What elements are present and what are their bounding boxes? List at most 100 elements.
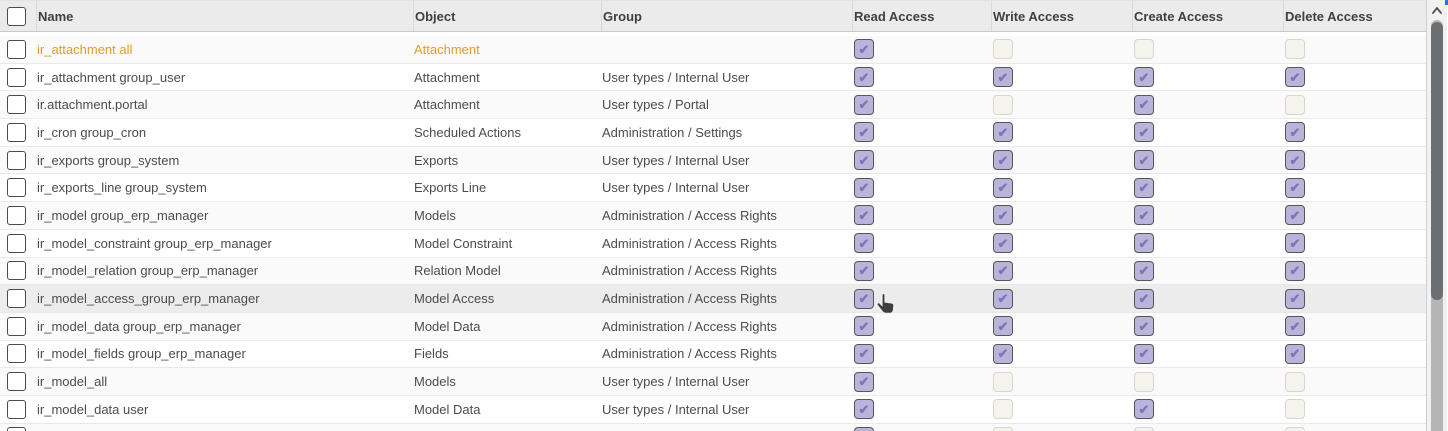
delete-access-checkbox[interactable] bbox=[1285, 427, 1305, 431]
cell-object[interactable]: Model Constraint bbox=[413, 230, 601, 257]
cell-object[interactable]: Fields bbox=[413, 341, 601, 368]
select-all-checkbox[interactable] bbox=[7, 7, 26, 26]
cell-group[interactable]: User types / Internal User bbox=[601, 147, 852, 174]
cell-object[interactable]: Attachment bbox=[413, 64, 601, 91]
cell-group[interactable]: Administration / Access Rights bbox=[601, 258, 852, 285]
cell-object[interactable]: Exports bbox=[413, 147, 601, 174]
table-row[interactable]: ir_attachment group_userAttachmentUser t… bbox=[0, 64, 1426, 92]
delete-access-checkbox[interactable]: ✔ bbox=[1285, 289, 1305, 309]
table-row[interactable]: ir_model_data userModel DataUser types /… bbox=[0, 396, 1426, 424]
column-header-write-access[interactable]: Write Access bbox=[991, 1, 1132, 31]
create-access-checkbox[interactable] bbox=[1134, 372, 1154, 392]
create-access-checkbox[interactable]: ✔ bbox=[1134, 399, 1154, 419]
create-access-checkbox[interactable]: ✔ bbox=[1134, 122, 1154, 142]
delete-access-checkbox[interactable]: ✔ bbox=[1285, 122, 1305, 142]
write-access-checkbox[interactable]: ✔ bbox=[993, 178, 1013, 198]
table-row[interactable]: ir_attachment allAttachment✔ bbox=[0, 36, 1426, 64]
delete-access-checkbox[interactable] bbox=[1285, 39, 1305, 59]
row-select-checkbox[interactable] bbox=[7, 344, 26, 363]
cell-name[interactable]: ir_model_fields all bbox=[36, 424, 413, 431]
write-access-checkbox[interactable]: ✔ bbox=[993, 233, 1013, 253]
create-access-checkbox[interactable]: ✔ bbox=[1134, 261, 1154, 281]
cell-name[interactable]: ir_model_access_group_erp_manager bbox=[36, 285, 413, 312]
table-row[interactable]: ir_model_data group_erp_managerModel Dat… bbox=[0, 313, 1426, 341]
create-access-checkbox[interactable]: ✔ bbox=[1134, 95, 1154, 115]
read-access-checkbox[interactable]: ✔ bbox=[854, 95, 874, 115]
write-access-checkbox[interactable]: ✔ bbox=[993, 316, 1013, 336]
write-access-checkbox[interactable]: ✔ bbox=[993, 344, 1013, 364]
cell-group[interactable]: User types / Internal User bbox=[601, 174, 852, 201]
row-select-checkbox[interactable] bbox=[7, 234, 26, 253]
cell-object[interactable]: Scheduled Actions bbox=[413, 119, 601, 146]
write-access-checkbox[interactable]: ✔ bbox=[993, 289, 1013, 309]
table-row[interactable]: ir_exports_line group_systemExports Line… bbox=[0, 174, 1426, 202]
cell-group[interactable]: User types / Internal User bbox=[601, 424, 852, 431]
table-row[interactable]: ir_model_fields group_erp_managerFieldsA… bbox=[0, 341, 1426, 369]
read-access-checkbox[interactable]: ✔ bbox=[854, 316, 874, 336]
cell-name[interactable]: ir_attachment all bbox=[36, 36, 413, 63]
vertical-scrollbar[interactable] bbox=[1427, 0, 1447, 431]
scroll-up-button[interactable] bbox=[1427, 3, 1447, 17]
table-row[interactable]: ir_model_constraint group_erp_managerMod… bbox=[0, 230, 1426, 258]
table-row[interactable]: ir_model_relation group_erp_managerRelat… bbox=[0, 258, 1426, 286]
create-access-checkbox[interactable]: ✔ bbox=[1134, 150, 1154, 170]
row-select-checkbox[interactable] bbox=[7, 372, 26, 391]
cell-object[interactable]: Relation Model bbox=[413, 258, 601, 285]
delete-access-checkbox[interactable]: ✔ bbox=[1285, 233, 1305, 253]
cell-name[interactable]: ir_model_fields group_erp_manager bbox=[36, 341, 413, 368]
table-row[interactable]: ir_exports group_systemExportsUser types… bbox=[0, 147, 1426, 175]
write-access-checkbox[interactable]: ✔ bbox=[993, 67, 1013, 87]
create-access-checkbox[interactable]: ✔ bbox=[1134, 316, 1154, 336]
delete-access-checkbox[interactable]: ✔ bbox=[1285, 178, 1305, 198]
table-row[interactable]: ir_model_fields allFieldsUser types / In… bbox=[0, 424, 1426, 431]
create-access-checkbox[interactable] bbox=[1134, 427, 1154, 431]
row-select-checkbox[interactable] bbox=[7, 317, 26, 336]
write-access-checkbox[interactable] bbox=[993, 95, 1013, 115]
create-access-checkbox[interactable]: ✔ bbox=[1134, 233, 1154, 253]
read-access-checkbox[interactable]: ✔ bbox=[854, 205, 874, 225]
table-row[interactable]: ir_model_allModelsUser types / Internal … bbox=[0, 368, 1426, 396]
column-header-create-access[interactable]: Create Access bbox=[1132, 1, 1283, 31]
cell-object[interactable]: Attachment bbox=[413, 36, 601, 63]
cell-name[interactable]: ir_exports_line group_system bbox=[36, 174, 413, 201]
delete-access-checkbox[interactable] bbox=[1285, 372, 1305, 392]
delete-access-checkbox[interactable] bbox=[1285, 95, 1305, 115]
create-access-checkbox[interactable]: ✔ bbox=[1134, 344, 1154, 364]
write-access-checkbox[interactable] bbox=[993, 427, 1013, 431]
row-select-checkbox[interactable] bbox=[7, 40, 26, 59]
cell-name[interactable]: ir_cron group_cron bbox=[36, 119, 413, 146]
column-header-read-access[interactable]: Read Access bbox=[852, 1, 991, 31]
delete-access-checkbox[interactable]: ✔ bbox=[1285, 344, 1305, 364]
table-row[interactable]: ir_model_access_group_erp_managerModel A… bbox=[0, 285, 1426, 313]
cell-group[interactable]: Administration / Settings bbox=[601, 119, 852, 146]
row-select-checkbox[interactable] bbox=[7, 178, 26, 197]
cell-object[interactable]: Model Data bbox=[413, 313, 601, 340]
table-row[interactable]: ir.attachment.portalAttachmentUser types… bbox=[0, 91, 1426, 119]
row-select-checkbox[interactable] bbox=[7, 427, 26, 431]
cell-object[interactable]: Exports Line bbox=[413, 174, 601, 201]
cell-object[interactable]: Model Data bbox=[413, 396, 601, 423]
read-access-checkbox[interactable]: ✔ bbox=[854, 178, 874, 198]
column-header-delete-access[interactable]: Delete Access bbox=[1283, 1, 1426, 31]
cell-name[interactable]: ir_model_data user bbox=[36, 396, 413, 423]
delete-access-checkbox[interactable]: ✔ bbox=[1285, 205, 1305, 225]
cell-name[interactable]: ir_model_constraint group_erp_manager bbox=[36, 230, 413, 257]
write-access-checkbox[interactable] bbox=[993, 372, 1013, 392]
row-select-checkbox[interactable] bbox=[7, 206, 26, 225]
cell-group[interactable] bbox=[601, 36, 852, 63]
column-header-object[interactable]: Object bbox=[413, 1, 601, 31]
column-header-name[interactable]: Name bbox=[36, 1, 413, 31]
create-access-checkbox[interactable]: ✔ bbox=[1134, 178, 1154, 198]
row-select-checkbox[interactable] bbox=[7, 151, 26, 170]
cell-object[interactable]: Attachment bbox=[413, 91, 601, 118]
create-access-checkbox[interactable] bbox=[1134, 39, 1154, 59]
delete-access-checkbox[interactable]: ✔ bbox=[1285, 67, 1305, 87]
create-access-checkbox[interactable]: ✔ bbox=[1134, 205, 1154, 225]
cell-name[interactable]: ir_model_relation group_erp_manager bbox=[36, 258, 413, 285]
cell-group[interactable]: User types / Internal User bbox=[601, 396, 852, 423]
read-access-checkbox[interactable]: ✔ bbox=[854, 427, 874, 431]
cell-group[interactable]: User types / Internal User bbox=[601, 368, 852, 395]
delete-access-checkbox[interactable]: ✔ bbox=[1285, 150, 1305, 170]
cell-group[interactable]: Administration / Access Rights bbox=[601, 202, 852, 229]
cell-object[interactable]: Fields bbox=[413, 424, 601, 431]
